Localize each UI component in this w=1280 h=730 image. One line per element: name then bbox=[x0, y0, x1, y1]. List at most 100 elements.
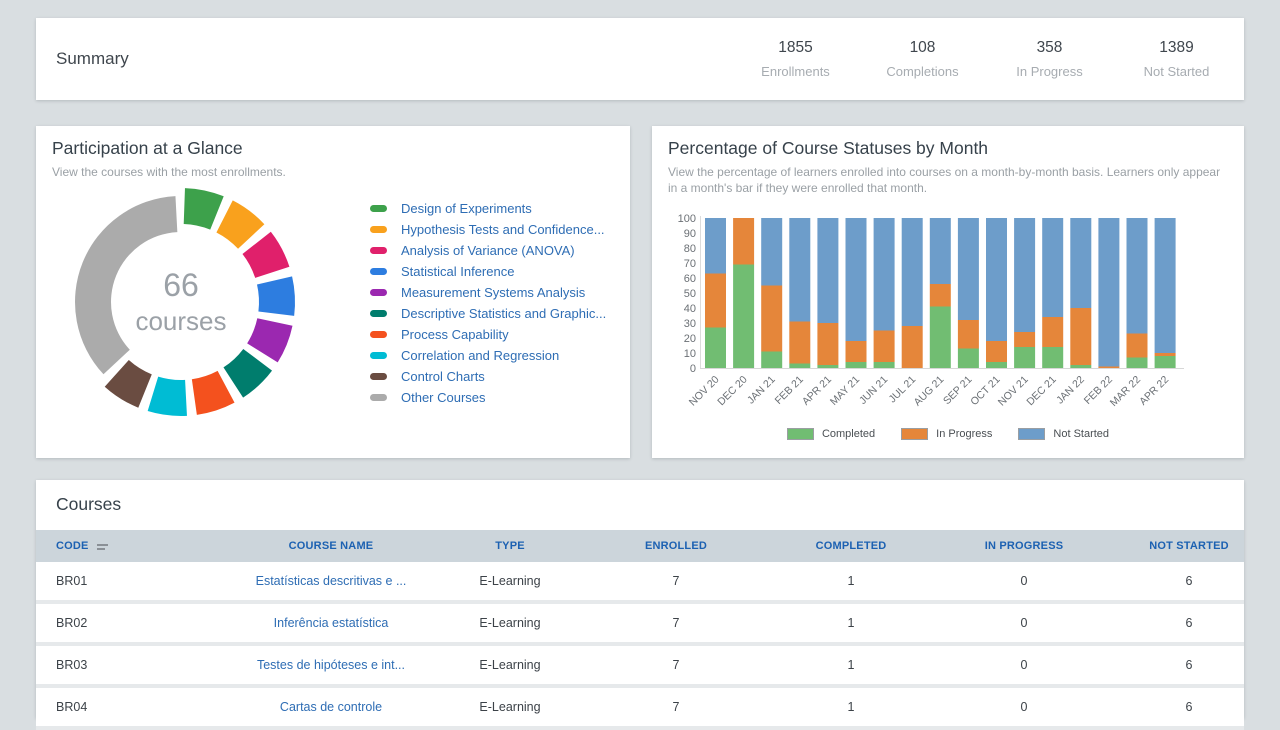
legend-swatch-icon bbox=[787, 428, 814, 440]
table-cell: 6 bbox=[1134, 562, 1244, 602]
table-cell: Estatísticas descritivas e ... bbox=[206, 562, 456, 602]
bar-segment bbox=[986, 218, 1007, 341]
legend-swatch-icon bbox=[370, 226, 387, 233]
bar-segment bbox=[1070, 365, 1091, 368]
x-axis-tick-label: DEC 21 bbox=[1024, 374, 1059, 409]
legend-item[interactable]: Not Started bbox=[1018, 428, 1109, 440]
table-cell: E-Learning bbox=[456, 562, 564, 602]
x-axis-tick-label: NOV 20 bbox=[687, 374, 722, 409]
bar-segment bbox=[874, 362, 895, 368]
bar-segment bbox=[789, 364, 810, 369]
stat-in-progress-label: In Progress bbox=[986, 64, 1113, 79]
legend-item[interactable]: Other Courses bbox=[370, 387, 606, 408]
bar-segment bbox=[761, 218, 782, 286]
stat-completions-value: 108 bbox=[859, 39, 986, 57]
column-header-code[interactable]: CODE bbox=[36, 530, 206, 562]
course-name-link[interactable]: Testes de hipóteses e int... bbox=[257, 658, 405, 672]
table-cell: 0 bbox=[914, 644, 1134, 686]
table-cell: 1 bbox=[788, 686, 914, 728]
courses-table-header: CODE COURSE NAME TYPEENROLLED COMPLETED IN P… bbox=[36, 530, 1244, 562]
y-axis-tick-label: 30 bbox=[684, 318, 696, 330]
donut-slice bbox=[184, 188, 224, 230]
table-cell: Testes de hipóteses e int... bbox=[206, 644, 456, 686]
bar-segment bbox=[1070, 218, 1091, 308]
column-header-label: COMPLETED bbox=[816, 540, 887, 552]
x-axis-tick-label: MAY 21 bbox=[828, 374, 862, 408]
bar-segment bbox=[1014, 347, 1035, 368]
stat-not-started-label: Not Started bbox=[1113, 64, 1240, 79]
table-cell: 0 bbox=[914, 602, 1134, 644]
donut-slice bbox=[223, 349, 272, 398]
y-axis-tick-label: 90 bbox=[684, 228, 696, 240]
participation-donut-chart: 66 courses bbox=[61, 182, 301, 422]
legend-item[interactable]: Measurement Systems Analysis bbox=[370, 282, 606, 303]
legend-swatch-icon bbox=[370, 394, 387, 401]
course-name-link[interactable]: Cartas de controle bbox=[280, 700, 382, 714]
legend-item[interactable]: In Progress bbox=[901, 428, 992, 440]
legend-label: In Progress bbox=[936, 428, 992, 440]
legend-swatch-icon bbox=[901, 428, 928, 440]
table-cell: 7 bbox=[564, 644, 788, 686]
y-axis-tick-label: 80 bbox=[684, 243, 696, 255]
stat-enrollments: 1855 Enrollments bbox=[732, 39, 859, 79]
legend-item[interactable]: Analysis of Variance (ANOVA) bbox=[370, 240, 606, 261]
legend-label: Process Capability bbox=[401, 327, 509, 342]
bar-segment bbox=[986, 362, 1007, 368]
course-name-link[interactable]: Inferência estatística bbox=[274, 616, 389, 630]
bar-segment bbox=[846, 362, 867, 368]
legend-label: Design of Experiments bbox=[401, 201, 532, 216]
legend-label: Not Started bbox=[1053, 428, 1109, 440]
y-axis-tick-label: 20 bbox=[684, 333, 696, 345]
summary-title: Summary bbox=[56, 49, 129, 69]
legend-item[interactable]: Descriptive Statistics and Graphic... bbox=[370, 303, 606, 324]
y-axis-tick-label: 0 bbox=[690, 363, 696, 375]
x-axis-tick-label: APR 21 bbox=[800, 374, 834, 408]
legend-item[interactable]: Hypothesis Tests and Confidence... bbox=[370, 219, 606, 240]
bar-segment bbox=[930, 218, 951, 284]
table-cell: 6 bbox=[1134, 644, 1244, 686]
column-header-not-started[interactable]: NOT STARTED bbox=[1134, 530, 1244, 562]
stat-enrollments-label: Enrollments bbox=[732, 64, 859, 79]
legend-item[interactable]: Completed bbox=[787, 428, 875, 440]
column-header-course-name[interactable]: COURSE NAME bbox=[206, 530, 456, 562]
legend-swatch-icon bbox=[370, 268, 387, 275]
bar-segment bbox=[958, 320, 979, 349]
legend-item[interactable]: Design of Experiments bbox=[370, 198, 606, 219]
table-cell: BR04 bbox=[36, 686, 206, 728]
bar-segment bbox=[1127, 358, 1148, 369]
x-axis-tick-label: MAR 22 bbox=[1108, 374, 1143, 409]
bar-segment bbox=[874, 331, 895, 363]
bar-segment bbox=[1042, 218, 1063, 317]
column-header-completed[interactable]: COMPLETED bbox=[788, 530, 914, 562]
column-header-type[interactable]: TYPE bbox=[456, 530, 564, 562]
x-axis-tick-label: JAN 21 bbox=[745, 374, 778, 407]
x-axis-tick-label: JUN 21 bbox=[857, 374, 890, 407]
column-header-enrolled[interactable]: ENROLLED bbox=[564, 530, 788, 562]
bar-segment bbox=[930, 307, 951, 369]
table-cell: 1 bbox=[788, 602, 914, 644]
bar-segment bbox=[817, 218, 838, 323]
donut-slice bbox=[242, 232, 289, 278]
legend-item[interactable]: Statistical Inference bbox=[370, 261, 606, 282]
statuses-subtitle: View the percentage of learners enrolled… bbox=[668, 164, 1228, 196]
table-cell: BR02 bbox=[36, 602, 206, 644]
x-axis-tick-label: DEC 20 bbox=[715, 374, 750, 409]
legend-item[interactable]: Process Capability bbox=[370, 324, 606, 345]
bar-segment bbox=[958, 218, 979, 320]
bar-segment bbox=[1127, 218, 1148, 334]
stat-in-progress: 358 In Progress bbox=[986, 39, 1113, 79]
bar-segment bbox=[1127, 334, 1148, 358]
course-name-link[interactable]: Estatísticas descritivas e ... bbox=[256, 574, 407, 588]
column-header-label: COURSE NAME bbox=[289, 540, 374, 552]
bar-segment bbox=[1155, 356, 1176, 368]
legend-item[interactable]: Correlation and Regression bbox=[370, 345, 606, 366]
bar-segment bbox=[902, 326, 923, 368]
legend-item[interactable]: Control Charts bbox=[370, 366, 606, 387]
stat-not-started-value: 1389 bbox=[1113, 39, 1240, 57]
bar-segment bbox=[1014, 218, 1035, 332]
donut-slice bbox=[105, 360, 152, 408]
y-axis-tick-label: 10 bbox=[684, 348, 696, 360]
table-row: BR03Testes de hipóteses e int...E-Learni… bbox=[36, 644, 1244, 686]
column-header-in-progress[interactable]: IN PROGRESS bbox=[914, 530, 1134, 562]
y-axis-tick-label: 100 bbox=[678, 213, 696, 225]
